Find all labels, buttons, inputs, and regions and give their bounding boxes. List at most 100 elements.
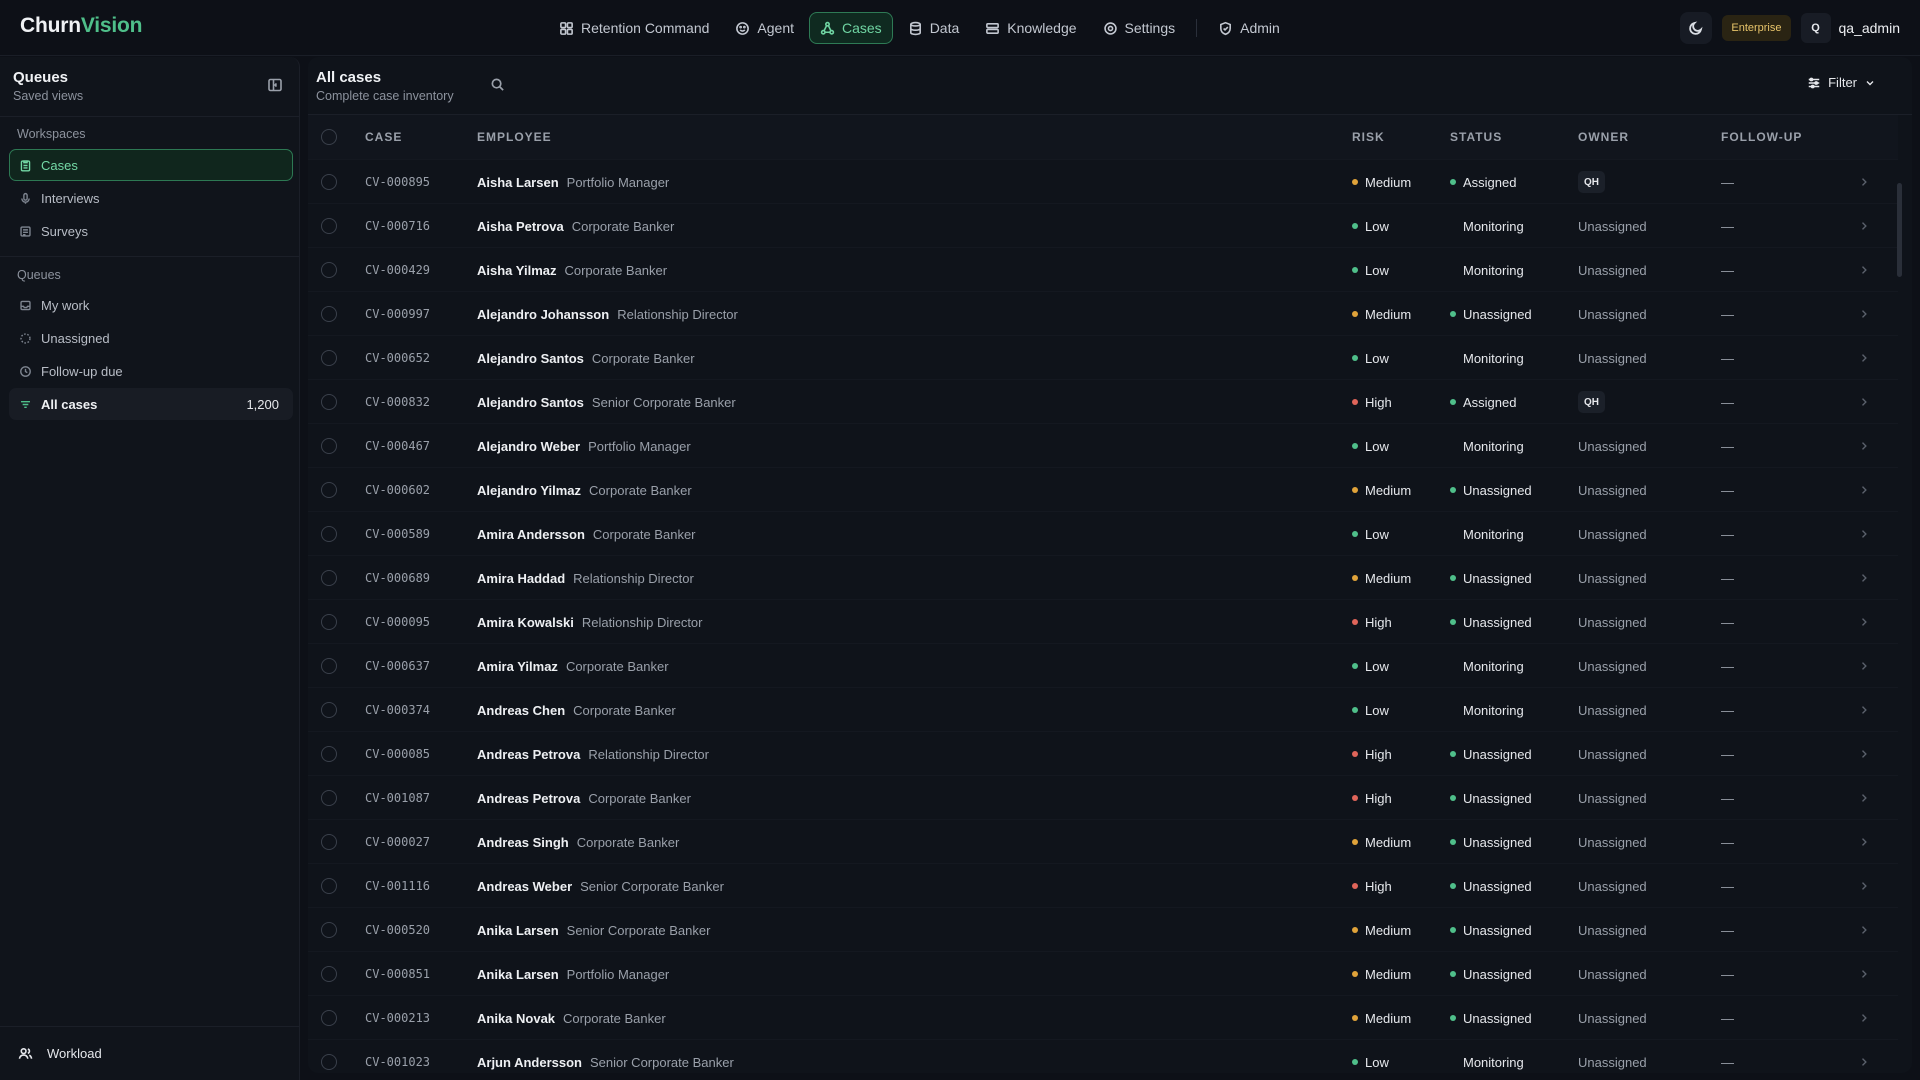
chevron-right-icon[interactable] bbox=[1858, 688, 1870, 732]
table-row[interactable]: CV-000520 Anika Larsen Senior Corporate Ba… bbox=[308, 907, 1898, 951]
chevron-right-icon[interactable] bbox=[1858, 952, 1870, 996]
row-checkbox[interactable] bbox=[321, 394, 337, 410]
sidebar-collapse-icon[interactable] bbox=[267, 77, 283, 93]
table-row[interactable]: CV-000085 Andreas Petrova Relationship Dir… bbox=[308, 731, 1898, 775]
owner-text: Unassigned bbox=[1578, 1010, 1647, 1026]
table-row[interactable]: CV-000832 Alejandro Santos Senior Corporat… bbox=[308, 379, 1898, 423]
row-checkbox[interactable] bbox=[321, 262, 337, 278]
row-checkbox[interactable] bbox=[321, 526, 337, 542]
row-checkbox[interactable] bbox=[321, 306, 337, 322]
table-row[interactable]: CV-000027 Andreas Singh Corporate Banker Me… bbox=[308, 819, 1898, 863]
table-row[interactable]: CV-000716 Aisha Petrova Corporate Banker Lo… bbox=[308, 203, 1898, 247]
table-row[interactable]: CV-000637 Amira Yilmaz Corporate Banker Low… bbox=[308, 643, 1898, 687]
filter-button[interactable]: Filter bbox=[1807, 75, 1876, 90]
brand-name-part2: Vision bbox=[80, 14, 143, 37]
row-checkbox[interactable] bbox=[321, 174, 337, 190]
table-row[interactable]: CV-000851 Anika Larsen Portfolio Manager Me… bbox=[308, 951, 1898, 995]
table-row[interactable]: CV-001023 Arjun Andersson Senior Corporate… bbox=[308, 1039, 1898, 1080]
table-row[interactable]: CV-000213 Anika Novak Corporate Banker Medi… bbox=[308, 995, 1898, 1039]
chevron-right-icon[interactable] bbox=[1858, 468, 1870, 512]
column-header-follow-up[interactable]: FOLLOW-UP bbox=[1721, 115, 1802, 159]
chevron-right-icon[interactable] bbox=[1858, 600, 1870, 644]
chevron-right-icon[interactable] bbox=[1858, 1040, 1870, 1080]
risk-label: Low bbox=[1365, 262, 1389, 278]
sidebar-item-my-work[interactable]: My work bbox=[9, 289, 293, 321]
row-checkbox[interactable] bbox=[321, 658, 337, 674]
column-header-status[interactable]: STATUS bbox=[1450, 115, 1502, 159]
chevron-right-icon[interactable] bbox=[1858, 556, 1870, 600]
avatar[interactable]: Q bbox=[1800, 13, 1831, 43]
table-row[interactable]: CV-000467 Alejandro Weber Portfolio Manage… bbox=[308, 423, 1898, 467]
sidebar-item-cases[interactable]: Cases bbox=[9, 149, 293, 181]
brand-logo[interactable]: ChurnVision bbox=[20, 14, 142, 38]
chevron-right-icon[interactable] bbox=[1858, 732, 1870, 776]
nav-item-admin[interactable]: Admin bbox=[1207, 12, 1291, 44]
owner-chip[interactable]: QH bbox=[1578, 391, 1605, 413]
row-checkbox[interactable] bbox=[321, 834, 337, 850]
table-row[interactable]: CV-000602 Alejandro Yilmaz Corporate Banke… bbox=[308, 467, 1898, 511]
row-checkbox[interactable] bbox=[321, 922, 337, 938]
nav-item-cases[interactable]: Cases bbox=[809, 12, 893, 44]
chevron-right-icon[interactable] bbox=[1858, 292, 1870, 336]
sidebar-item-all-cases[interactable]: All cases 1,200 bbox=[9, 388, 293, 420]
table-row[interactable]: CV-000374 Andreas Chen Corporate Banker Low… bbox=[308, 687, 1898, 731]
select-all-checkbox[interactable] bbox=[321, 129, 337, 145]
chevron-right-icon[interactable] bbox=[1858, 248, 1870, 292]
table-row[interactable]: CV-001116 Andreas Weber Senior Corporate B… bbox=[308, 863, 1898, 907]
table-row[interactable]: CV-000997 Alejandro Johansson Relationship… bbox=[308, 291, 1898, 335]
search-icon[interactable] bbox=[490, 77, 505, 95]
table-row[interactable]: CV-000689 Amira Haddad Relationship Direct… bbox=[308, 555, 1898, 599]
column-header-employee[interactable]: EMPLOYEE bbox=[477, 115, 552, 159]
chevron-right-icon[interactable] bbox=[1858, 908, 1870, 952]
nav-item-knowledge[interactable]: Knowledge bbox=[974, 12, 1087, 44]
workload-button[interactable]: Workload bbox=[0, 1026, 300, 1080]
row-checkbox[interactable] bbox=[321, 350, 337, 366]
column-header-case[interactable]: CASE bbox=[365, 115, 402, 159]
column-header-owner[interactable]: OWNER bbox=[1578, 115, 1629, 159]
row-checkbox[interactable] bbox=[321, 878, 337, 894]
username[interactable]: qa_admin bbox=[1839, 20, 1901, 36]
theme-toggle-button[interactable] bbox=[1680, 12, 1713, 44]
row-checkbox[interactable] bbox=[321, 702, 337, 718]
owner-chip[interactable]: QH bbox=[1578, 171, 1605, 193]
table-row[interactable]: CV-001087 Andreas Petrova Corporate Banker… bbox=[308, 775, 1898, 819]
chevron-right-icon[interactable] bbox=[1858, 336, 1870, 380]
sidebar-item-surveys[interactable]: Surveys bbox=[9, 215, 293, 247]
sidebar-item-follow-up-due[interactable]: Follow-up due bbox=[9, 355, 293, 387]
chevron-right-icon[interactable] bbox=[1858, 204, 1870, 248]
row-checkbox[interactable] bbox=[321, 218, 337, 234]
chevron-right-icon[interactable] bbox=[1858, 864, 1870, 908]
table-row[interactable]: CV-000095 Amira Kowalski Relationship Dire… bbox=[308, 599, 1898, 643]
column-header-risk[interactable]: RISK bbox=[1352, 115, 1385, 159]
nav-item-settings[interactable]: Settings bbox=[1092, 12, 1187, 44]
employee-role: Corporate Banker bbox=[576, 834, 680, 850]
chevron-right-icon[interactable] bbox=[1858, 644, 1870, 688]
chevron-right-icon[interactable] bbox=[1858, 776, 1870, 820]
chevron-right-icon[interactable] bbox=[1858, 380, 1870, 424]
row-checkbox[interactable] bbox=[321, 614, 337, 630]
table-scrollbar[interactable] bbox=[1897, 183, 1902, 277]
row-checkbox[interactable] bbox=[321, 1054, 337, 1070]
nav-item-agent[interactable]: Agent bbox=[724, 12, 805, 44]
table-row[interactable]: CV-000895 Aisha Larsen Portfolio Manager Me… bbox=[308, 159, 1898, 203]
table-row[interactable]: CV-000429 Aisha Yilmaz Corporate Banker Low… bbox=[308, 247, 1898, 291]
table-row[interactable]: CV-000589 Amira Andersson Corporate Banker… bbox=[308, 511, 1898, 555]
row-checkbox[interactable] bbox=[321, 570, 337, 586]
row-checkbox[interactable] bbox=[321, 1010, 337, 1026]
sidebar-item-unassigned[interactable]: Unassigned bbox=[9, 322, 293, 354]
chevron-right-icon[interactable] bbox=[1858, 820, 1870, 864]
employee-name: Andreas Chen bbox=[477, 702, 566, 718]
row-checkbox[interactable] bbox=[321, 966, 337, 982]
row-checkbox[interactable] bbox=[321, 746, 337, 762]
chevron-right-icon[interactable] bbox=[1858, 160, 1870, 204]
row-checkbox[interactable] bbox=[321, 482, 337, 498]
row-checkbox[interactable] bbox=[321, 438, 337, 454]
row-checkbox[interactable] bbox=[321, 790, 337, 806]
nav-item-retention-command[interactable]: Retention Command bbox=[548, 12, 720, 44]
sidebar-item-interviews[interactable]: Interviews bbox=[9, 182, 293, 214]
chevron-right-icon[interactable] bbox=[1858, 512, 1870, 556]
chevron-right-icon[interactable] bbox=[1858, 424, 1870, 468]
nav-item-data[interactable]: Data bbox=[897, 12, 971, 44]
chevron-right-icon[interactable] bbox=[1858, 996, 1870, 1040]
table-row[interactable]: CV-000652 Alejandro Santos Corporate Banke… bbox=[308, 335, 1898, 379]
